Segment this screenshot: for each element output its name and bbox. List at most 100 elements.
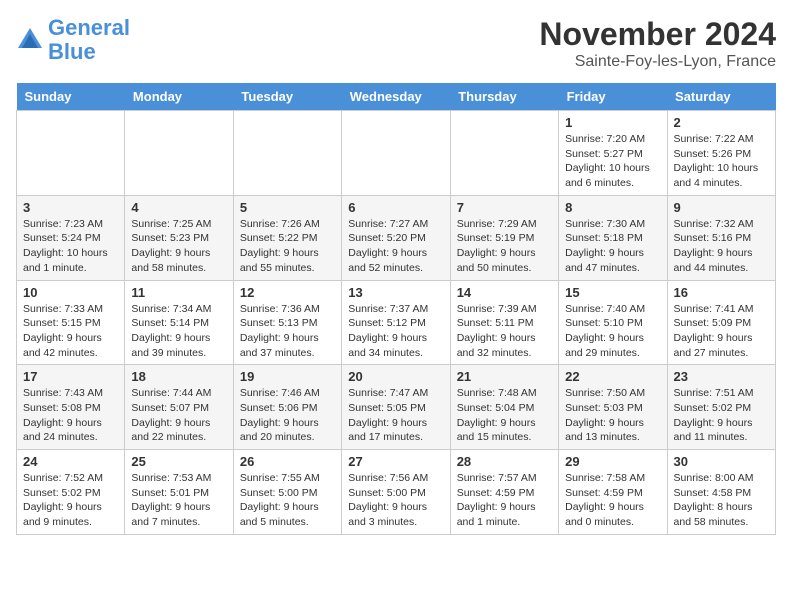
day-info: Sunrise: 7:40 AM Sunset: 5:10 PM Dayligh… [565,302,660,361]
calendar-cell: 22 Sunrise: 7:50 AM Sunset: 5:03 PM Dayli… [559,365,667,450]
calendar-cell: 20 Sunrise: 7:47 AM Sunset: 5:05 PM Dayli… [342,365,450,450]
calendar-cell: 14 Sunrise: 7:39 AM Sunset: 5:11 PM Dayli… [450,280,558,365]
calendar-cell [125,111,233,196]
calendar-cell: 17 Sunrise: 7:43 AM Sunset: 5:08 PM Dayli… [17,365,125,450]
day-number: 25 [131,454,226,469]
day-info: Sunrise: 7:34 AM Sunset: 5:14 PM Dayligh… [131,302,226,361]
day-info: Sunrise: 7:29 AM Sunset: 5:19 PM Dayligh… [457,217,552,276]
day-info: Sunrise: 7:58 AM Sunset: 4:59 PM Dayligh… [565,471,660,530]
day-info: Sunrise: 7:37 AM Sunset: 5:12 PM Dayligh… [348,302,443,361]
calendar-cell: 24 Sunrise: 7:52 AM Sunset: 5:02 PM Dayli… [17,450,125,535]
calendar-cell: 5 Sunrise: 7:26 AM Sunset: 5:22 PM Daylig… [233,195,341,280]
logo-line2: Blue [48,39,96,64]
weekday-header-monday: Monday [125,83,233,111]
day-number: 8 [565,200,660,215]
calendar-cell: 4Sunrise: 7:25 AM Sunset: 5:23 PM Daylig… [125,195,233,280]
day-info: Sunrise: 7:27 AM Sunset: 5:20 PM Dayligh… [348,217,443,276]
day-number: 20 [348,369,443,384]
logo-text: General Blue [48,16,130,64]
day-info: Sunrise: 7:53 AM Sunset: 5:01 PM Dayligh… [131,471,226,530]
calendar-week-3: 10 Sunrise: 7:33 AM Sunset: 5:15 PM Dayli… [17,280,776,365]
calendar-cell: 28 Sunrise: 7:57 AM Sunset: 4:59 PM Dayli… [450,450,558,535]
calendar-cell: 26 Sunrise: 7:55 AM Sunset: 5:00 PM Dayli… [233,450,341,535]
calendar-week-1: 1 Sunrise: 7:20 AM Sunset: 5:27 PM Daylig… [17,111,776,196]
day-number: 16 [674,285,769,300]
page-header: General Blue November 2024 Sainte-Foy-le… [16,16,776,71]
day-info: Sunrise: 7:51 AM Sunset: 5:02 PM Dayligh… [674,386,769,445]
day-number: 29 [565,454,660,469]
month-title: November 2024 [539,16,776,53]
day-info: Sunrise: 7:33 AM Sunset: 5:15 PM Dayligh… [23,302,118,361]
logo: General Blue [16,16,130,64]
day-number: 27 [348,454,443,469]
day-number: 21 [457,369,552,384]
day-number: 26 [240,454,335,469]
day-info: Sunrise: 7:39 AM Sunset: 5:11 PM Dayligh… [457,302,552,361]
day-info: Sunrise: 7:41 AM Sunset: 5:09 PM Dayligh… [674,302,769,361]
title-section: November 2024 Sainte-Foy-les-Lyon, Franc… [539,16,776,71]
day-number: 1 [565,115,660,130]
calendar-cell: 16 Sunrise: 7:41 AM Sunset: 5:09 PM Dayli… [667,280,775,365]
day-number: 9 [674,200,769,215]
day-info: Sunrise: 7:23 AM Sunset: 5:24 PM Dayligh… [23,217,118,276]
calendar-cell: 29 Sunrise: 7:58 AM Sunset: 4:59 PM Dayli… [559,450,667,535]
weekday-header-row: SundayMondayTuesdayWednesdayThursdayFrid… [17,83,776,111]
calendar-cell: 9 Sunrise: 7:32 AM Sunset: 5:16 PM Daylig… [667,195,775,280]
day-number: 5 [240,200,335,215]
calendar-cell [342,111,450,196]
day-number: 12 [240,285,335,300]
day-info: Sunrise: 7:50 AM Sunset: 5:03 PM Dayligh… [565,386,660,445]
day-number: 2 [674,115,769,130]
day-info: Sunrise: 7:36 AM Sunset: 5:13 PM Dayligh… [240,302,335,361]
day-info: Sunrise: 7:55 AM Sunset: 5:00 PM Dayligh… [240,471,335,530]
day-info: Sunrise: 7:26 AM Sunset: 5:22 PM Dayligh… [240,217,335,276]
calendar-cell: 13 Sunrise: 7:37 AM Sunset: 5:12 PM Dayli… [342,280,450,365]
day-info: Sunrise: 7:52 AM Sunset: 5:02 PM Dayligh… [23,471,118,530]
calendar-cell: 19 Sunrise: 7:46 AM Sunset: 5:06 PM Dayli… [233,365,341,450]
calendar-cell: 10 Sunrise: 7:33 AM Sunset: 5:15 PM Dayli… [17,280,125,365]
calendar-cell: 6Sunrise: 7:27 AM Sunset: 5:20 PM Daylig… [342,195,450,280]
day-info: Sunrise: 7:46 AM Sunset: 5:06 PM Dayligh… [240,386,335,445]
calendar-cell [450,111,558,196]
day-number: 24 [23,454,118,469]
logo-line1: General [48,15,130,40]
day-number: 17 [23,369,118,384]
day-number: 19 [240,369,335,384]
day-info: Sunrise: 7:25 AM Sunset: 5:23 PM Dayligh… [131,217,226,276]
day-number: 15 [565,285,660,300]
weekday-header-saturday: Saturday [667,83,775,111]
day-info: Sunrise: 7:47 AM Sunset: 5:05 PM Dayligh… [348,386,443,445]
calendar-cell: 11 Sunrise: 7:34 AM Sunset: 5:14 PM Dayli… [125,280,233,365]
calendar-cell: 2 Sunrise: 7:22 AM Sunset: 5:26 PM Daylig… [667,111,775,196]
calendar-week-4: 17 Sunrise: 7:43 AM Sunset: 5:08 PM Dayli… [17,365,776,450]
day-number: 14 [457,285,552,300]
day-info: Sunrise: 7:56 AM Sunset: 5:00 PM Dayligh… [348,471,443,530]
day-info: Sunrise: 7:22 AM Sunset: 5:26 PM Dayligh… [674,132,769,191]
day-number: 23 [674,369,769,384]
calendar-cell: 1 Sunrise: 7:20 AM Sunset: 5:27 PM Daylig… [559,111,667,196]
day-info: Sunrise: 7:44 AM Sunset: 5:07 PM Dayligh… [131,386,226,445]
day-number: 28 [457,454,552,469]
calendar-cell: 7Sunrise: 7:29 AM Sunset: 5:19 PM Daylig… [450,195,558,280]
calendar-table: SundayMondayTuesdayWednesdayThursdayFrid… [16,83,776,535]
day-number: 22 [565,369,660,384]
day-number: 30 [674,454,769,469]
day-info: Sunrise: 7:43 AM Sunset: 5:08 PM Dayligh… [23,386,118,445]
weekday-header-friday: Friday [559,83,667,111]
day-number: 11 [131,285,226,300]
location-title: Sainte-Foy-les-Lyon, France [539,53,776,71]
day-info: Sunrise: 8:00 AM Sunset: 4:58 PM Dayligh… [674,471,769,530]
day-number: 18 [131,369,226,384]
day-info: Sunrise: 7:32 AM Sunset: 5:16 PM Dayligh… [674,217,769,276]
day-number: 10 [23,285,118,300]
calendar-week-5: 24 Sunrise: 7:52 AM Sunset: 5:02 PM Dayli… [17,450,776,535]
day-number: 13 [348,285,443,300]
calendar-cell: 8Sunrise: 7:30 AM Sunset: 5:18 PM Daylig… [559,195,667,280]
day-info: Sunrise: 7:57 AM Sunset: 4:59 PM Dayligh… [457,471,552,530]
calendar-cell: 3 Sunrise: 7:23 AM Sunset: 5:24 PM Daylig… [17,195,125,280]
day-info: Sunrise: 7:20 AM Sunset: 5:27 PM Dayligh… [565,132,660,191]
calendar-cell [233,111,341,196]
calendar-cell: 21Sunrise: 7:48 AM Sunset: 5:04 PM Dayli… [450,365,558,450]
day-number: 3 [23,200,118,215]
weekday-header-wednesday: Wednesday [342,83,450,111]
